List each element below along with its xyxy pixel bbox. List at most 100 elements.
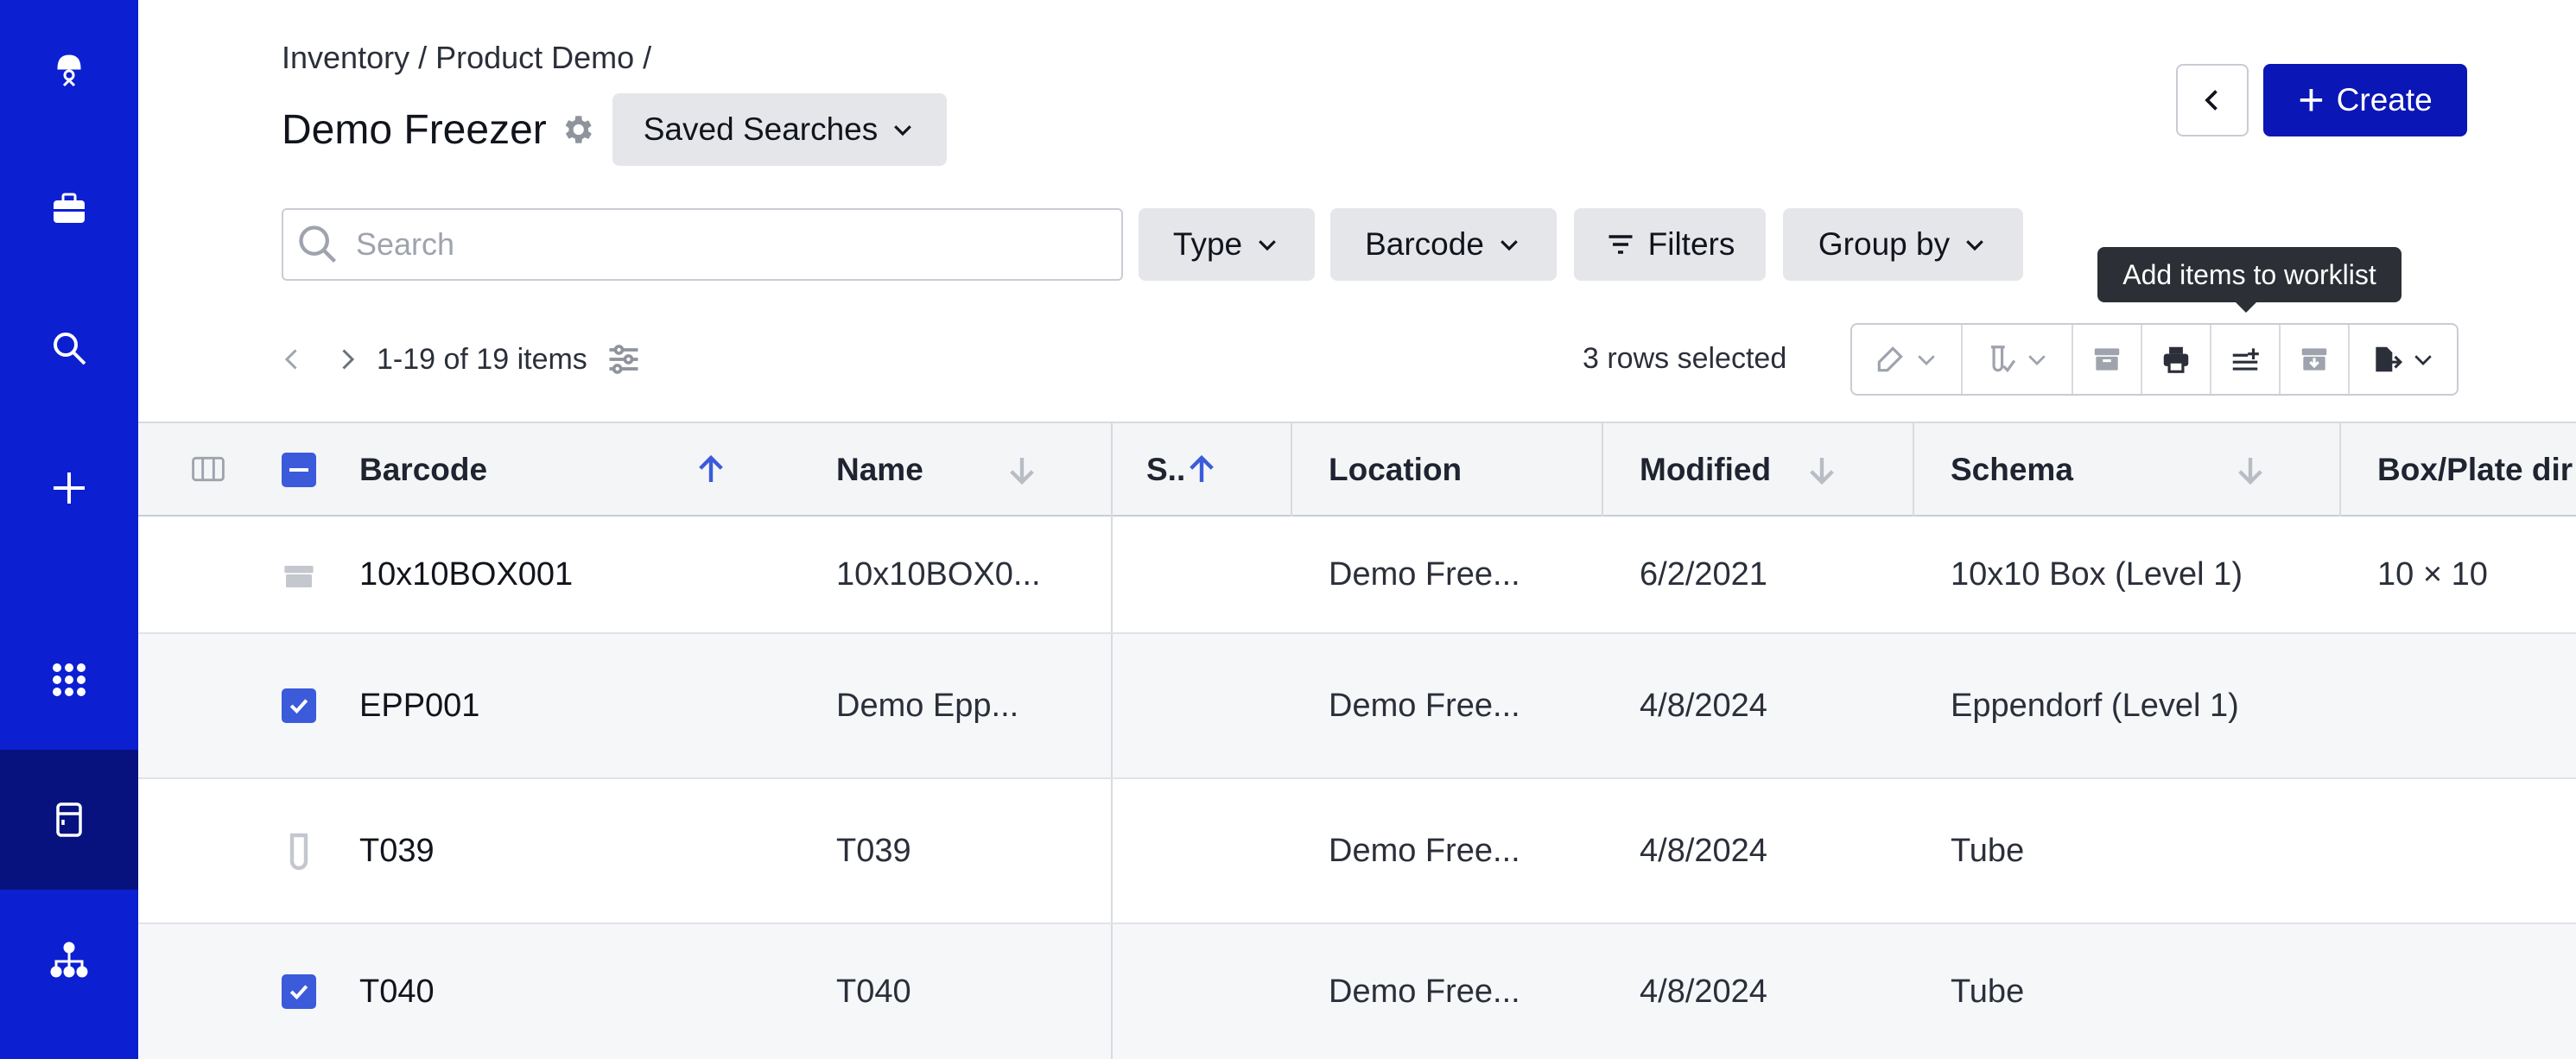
- barcode-cell[interactable]: EPP001: [359, 634, 479, 777]
- column-separator[interactable]: [1291, 423, 1292, 517]
- check-icon: [289, 985, 308, 1000]
- table-row[interactable]: 10x10BOX001 10x10BOX0... Demo Free... 6/…: [138, 517, 2576, 634]
- unarchive-button[interactable]: [2281, 325, 2350, 394]
- modified-cell: 4/8/2024: [1640, 687, 1767, 724]
- sort-asc-icon[interactable]: [693, 452, 729, 488]
- unarchive-icon: [2301, 348, 2327, 371]
- column-separator[interactable]: [1111, 423, 1113, 517]
- filters-button[interactable]: Filters: [1574, 208, 1766, 281]
- column-header-name[interactable]: Name: [836, 423, 923, 517]
- barcode-cell[interactable]: 10x10BOX001: [359, 517, 573, 632]
- row-checkbox[interactable]: [282, 688, 316, 723]
- box-icon: [284, 566, 314, 587]
- chevron-down-icon: [894, 125, 912, 136]
- row-checkbox-cell: [282, 924, 316, 1059]
- app-logo-icon[interactable]: [0, 0, 138, 140]
- column-separator[interactable]: [1602, 423, 1603, 517]
- sample-dropdown-button[interactable]: [1963, 325, 2073, 394]
- search-icon: [299, 225, 337, 263]
- sort-desc-icon[interactable]: [2232, 452, 2268, 488]
- column-header-barcode[interactable]: Barcode: [359, 423, 487, 517]
- hierarchy-icon[interactable]: [0, 890, 138, 1030]
- column-divider: [1111, 924, 1113, 1059]
- name-cell: T040: [836, 973, 911, 1010]
- add-to-worklist-button[interactable]: [2211, 325, 2281, 394]
- modified-cell: 6/2/2021: [1640, 555, 1767, 593]
- select-all-checkbox[interactable]: [282, 453, 316, 487]
- schema-cell: Tube: [1951, 973, 2025, 1010]
- back-button[interactable]: [2176, 64, 2249, 136]
- filter-lines-icon: [1608, 235, 1633, 254]
- group-by-button[interactable]: Group by: [1783, 208, 2023, 281]
- plus-icon[interactable]: [0, 418, 138, 558]
- check-icon: [289, 699, 308, 714]
- type-filter-label: Type: [1172, 226, 1243, 262]
- barcode-filter-label: Barcode: [1365, 226, 1484, 262]
- freezer-icon[interactable]: [0, 750, 138, 890]
- print-icon: [2163, 346, 2189, 373]
- column-separator[interactable]: [2339, 423, 2341, 517]
- sort-asc-icon[interactable]: [1183, 452, 1220, 488]
- column-header-s[interactable]: S..: [1146, 423, 1185, 517]
- edit-dropdown-button[interactable]: [1852, 325, 1963, 394]
- sort-desc-icon[interactable]: [1004, 452, 1040, 488]
- briefcase-icon[interactable]: [0, 138, 138, 278]
- gear-icon[interactable]: [559, 111, 595, 148]
- column-header-modified[interactable]: Modified: [1640, 423, 1771, 517]
- plus-icon: +: [2298, 75, 2325, 125]
- create-label: Create: [2336, 82, 2433, 117]
- column-divider: [1111, 634, 1113, 777]
- chevron-down-icon: [1918, 355, 1935, 365]
- chevron-down-icon: [1259, 240, 1276, 251]
- create-button[interactable]: + Create: [2263, 64, 2467, 136]
- row-checkbox-cell: [282, 634, 316, 777]
- sidebar: [0, 0, 138, 1059]
- apps-grid-icon[interactable]: [0, 610, 138, 750]
- archive-button[interactable]: [2073, 325, 2142, 394]
- column-separator[interactable]: [1913, 423, 1914, 517]
- column-header-schema[interactable]: Schema: [1951, 423, 2073, 517]
- columns-icon[interactable]: [192, 456, 225, 482]
- sort-desc-icon[interactable]: [1804, 452, 1840, 488]
- type-filter-button[interactable]: Type: [1139, 208, 1315, 281]
- search-box[interactable]: [282, 208, 1123, 281]
- archive-icon: [2094, 348, 2120, 371]
- schema-cell: Eppendorf (Level 1): [1951, 687, 2239, 724]
- column-header-location[interactable]: Location: [1329, 423, 1462, 517]
- location-cell: Demo Free...: [1329, 555, 1520, 593]
- row-checkbox[interactable]: [282, 974, 316, 1009]
- next-page-icon[interactable]: [332, 344, 363, 375]
- table-row[interactable]: T039 T039 Demo Free... 4/8/2024 Tube: [138, 779, 2576, 924]
- column-header-dims[interactable]: Box/Plate dir: [2377, 423, 2573, 517]
- table-row[interactable]: T040 T040 Demo Free... 4/8/2024 Tube: [138, 924, 2576, 1059]
- schema-cell: Tube: [1951, 832, 2025, 869]
- export-icon: [2376, 346, 2403, 372]
- saved-searches-dropdown[interactable]: Saved Searches: [612, 93, 948, 166]
- search-input[interactable]: [356, 226, 1099, 263]
- name-cell: T039: [836, 832, 911, 869]
- page-title: Demo Freezer: [282, 106, 547, 153]
- location-cell: Demo Free...: [1329, 832, 1520, 869]
- rows-selected-count: 3 rows selected: [1583, 342, 1787, 375]
- column-divider: [1111, 779, 1113, 923]
- chevron-down-icon: [1966, 240, 1983, 251]
- location-cell: Demo Free...: [1329, 973, 1520, 1010]
- barcode-cell[interactable]: T039: [359, 779, 435, 923]
- edit-icon: [1877, 346, 1903, 372]
- print-button[interactable]: [2142, 325, 2211, 394]
- group-by-label: Group by: [1818, 226, 1951, 262]
- export-dropdown-button[interactable]: [2350, 325, 2457, 394]
- search-icon[interactable]: [0, 278, 138, 418]
- barcode-cell[interactable]: T040: [359, 924, 435, 1059]
- chevron-down-icon: [1501, 240, 1518, 251]
- modified-cell: 4/8/2024: [1640, 973, 1767, 1010]
- chevron-down-icon: [2028, 355, 2046, 365]
- column-settings-icon[interactable]: [605, 340, 643, 378]
- breadcrumb[interactable]: Inventory / Product Demo /: [282, 40, 651, 76]
- filters-label: Filters: [1647, 226, 1735, 262]
- pagination: 1-19 of 19 items: [276, 333, 643, 385]
- column-divider: [1111, 517, 1113, 632]
- prev-page-icon[interactable]: [276, 344, 308, 375]
- barcode-filter-button[interactable]: Barcode: [1330, 208, 1557, 281]
- table-row[interactable]: EPP001 Demo Epp... Demo Free... 4/8/2024…: [138, 634, 2576, 779]
